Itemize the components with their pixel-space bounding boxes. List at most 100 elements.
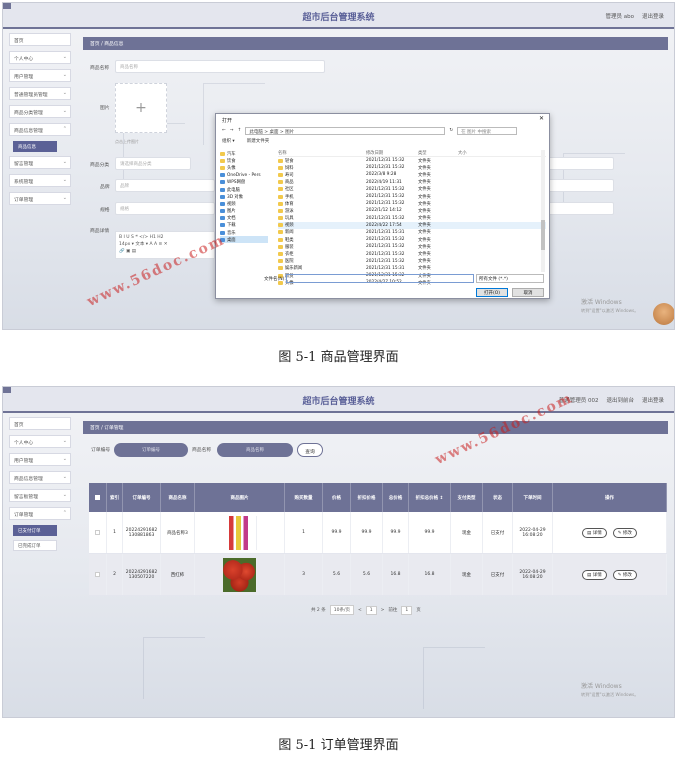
sidebar-subitem-product-info[interactable]: 商品信息 bbox=[13, 141, 57, 152]
category-select-right-segment[interactable] bbox=[548, 157, 614, 170]
logout-link[interactable]: 退出登录 bbox=[642, 12, 664, 20]
file-row[interactable]: 玩具 2021/12/31 15:32 文件夹 bbox=[278, 215, 546, 222]
col-header-name[interactable]: 名称 bbox=[278, 150, 366, 156]
new-folder-button[interactable]: 新建文件夹 bbox=[247, 138, 270, 146]
sidebar-item-profile[interactable]: 个人中心 ⌄ bbox=[9, 435, 71, 448]
tree-item[interactable]: 汽车 bbox=[220, 150, 268, 157]
file-row[interactable]: 娱乐新闻 2021/12/31 15:31 文件夹 bbox=[278, 265, 546, 272]
tree-item[interactable]: 视频 bbox=[220, 200, 268, 207]
sidebar-item-users[interactable]: 用户管理 ⌄ bbox=[9, 69, 71, 82]
file-row[interactable]: 饲料 2021/12/31 15:32 文件夹 bbox=[278, 164, 546, 171]
back-arrow-icon[interactable]: ← bbox=[222, 128, 226, 133]
file-list-scrollbar[interactable] bbox=[541, 150, 545, 272]
tree-item[interactable]: 音乐 bbox=[220, 229, 268, 236]
page-size-select[interactable]: 10条/页 bbox=[329, 605, 354, 615]
current-page[interactable]: 1 bbox=[365, 605, 377, 615]
dialog-path-input[interactable]: 此电脑 > 桌面 > 图片 bbox=[245, 126, 446, 135]
logout-link[interactable]: 退出登录 bbox=[642, 396, 664, 404]
cell-qty: 1 bbox=[285, 512, 323, 553]
file-row[interactable]: 视频 2022/4/22 17:54 文件夹 bbox=[278, 221, 546, 229]
row-checkbox[interactable] bbox=[95, 530, 100, 535]
sidebar-item-orders[interactable]: 订单管理 ⌄ bbox=[9, 192, 71, 205]
filename-input[interactable] bbox=[286, 274, 474, 283]
open-button[interactable]: 打开(O) bbox=[476, 288, 508, 297]
header-bar: 超市后台管理系统 管理员 abo 退出登录 bbox=[3, 3, 674, 29]
tree-item[interactable]: 此电脑 bbox=[220, 186, 268, 193]
back-to-front-link[interactable]: 退出到前台 bbox=[606, 396, 634, 404]
query-button[interactable]: 查询 bbox=[297, 443, 323, 457]
spec-input-right-segment[interactable] bbox=[548, 202, 614, 215]
name-input[interactable]: 商品名称 bbox=[115, 60, 325, 73]
file-row[interactable]: 商品 2022/4/19 11:31 文件夹 bbox=[278, 179, 546, 186]
row-checkbox[interactable] bbox=[95, 572, 100, 577]
tree-item[interactable]: 3D 对象 bbox=[220, 193, 268, 200]
table-row[interactable]: 1 20224291682 130881863 商品名称3 1 99.9 99.9 99.9… bbox=[89, 512, 667, 554]
detail-button[interactable]: ▤ 详情 bbox=[582, 569, 607, 580]
sidebar-item-home[interactable]: 首页 bbox=[9, 417, 71, 430]
file-row[interactable]: 体育 2021/12/31 15:32 文件夹 bbox=[278, 200, 546, 207]
sidebar-item-messages[interactable]: 留言板管理 ⌄ bbox=[9, 489, 71, 502]
sidebar-item-products[interactable]: 商品信息管理 ⌄ bbox=[9, 471, 71, 484]
detail-button[interactable]: ▤ 详情 bbox=[582, 527, 607, 538]
brand-input-right-segment[interactable] bbox=[548, 179, 614, 192]
table-row[interactable]: 2 20224291682 130507220 西红柿 3 5.6 5.6 16.8 16.8… bbox=[89, 554, 667, 596]
cancel-button[interactable]: 取消 bbox=[512, 288, 544, 297]
file-row[interactable]: 游泳 2022/1/12 14:12 文件夹 bbox=[278, 207, 546, 214]
dialog-search-input[interactable]: 在 图片 中搜索 bbox=[457, 126, 518, 135]
col-header-size[interactable]: 大小 bbox=[458, 150, 488, 156]
file-row[interactable]: 医院 2021/12/31 15:32 文件夹 bbox=[278, 258, 546, 265]
prev-page-button[interactable]: < bbox=[358, 608, 362, 613]
brand-input[interactable]: 品牌 bbox=[115, 179, 215, 192]
sidebar-item-home[interactable]: 首页 bbox=[9, 33, 71, 46]
tree-item[interactable]: 文档 bbox=[220, 215, 268, 222]
product-bottles-image bbox=[222, 515, 257, 550]
product-name-input[interactable]: 商品名称 bbox=[217, 443, 293, 457]
tree-item[interactable]: 头像 bbox=[220, 164, 268, 171]
tree-item[interactable]: 桌面 bbox=[220, 236, 268, 244]
sidebar-item-admins[interactable]: 普通管理员管理 ⌄ bbox=[9, 87, 71, 100]
col-header-date[interactable]: 修改日期 bbox=[366, 150, 418, 156]
sidebar-subitem-paid-orders[interactable]: 已支付订单 bbox=[13, 525, 57, 536]
sidebar-subitem-completed-orders[interactable]: 已完成订单 bbox=[13, 540, 57, 551]
next-page-button[interactable]: > bbox=[381, 608, 385, 613]
file-date: 2022/4/19 11:31 bbox=[366, 179, 402, 185]
sidebar-item-products[interactable]: 商品信息管理 ⌃ bbox=[9, 123, 71, 136]
file-row[interactable]: 服装 2021/12/31 15:32 文件夹 bbox=[278, 243, 546, 250]
file-row[interactable]: 轻食 2021/12/31 15:32 文件夹 bbox=[278, 157, 546, 164]
scrollbar-thumb[interactable] bbox=[541, 220, 545, 250]
select-all-checkbox[interactable] bbox=[95, 495, 100, 500]
sidebar-item-orders[interactable]: 订单管理 ⌃ bbox=[9, 507, 71, 520]
tree-item[interactable]: OneDrive - Pers bbox=[220, 172, 268, 179]
file-row[interactable]: 鞋类 2021/12/31 15:32 文件夹 bbox=[278, 236, 546, 243]
upload-image-button[interactable]: + bbox=[115, 83, 167, 133]
admin-user-link[interactable]: 管理员 abo bbox=[606, 12, 634, 20]
goto-page-input[interactable]: 1 bbox=[401, 605, 413, 615]
category-select[interactable]: 请选择商品分类 bbox=[115, 157, 191, 170]
sidebar-item-profile[interactable]: 个人中心 ⌄ bbox=[9, 51, 71, 64]
spec-input[interactable]: 规格 bbox=[115, 202, 215, 215]
refresh-icon[interactable]: ↻ bbox=[449, 128, 453, 133]
tree-item[interactable]: 下载 bbox=[220, 222, 268, 229]
file-row[interactable]: 新闻 2021/12/31 15:31 文件夹 bbox=[278, 229, 546, 236]
edit-button[interactable]: ✎ 修改 bbox=[612, 569, 637, 580]
close-icon[interactable]: ✕ bbox=[539, 115, 544, 122]
file-row[interactable]: 社区 2021/12/31 15:32 文件夹 bbox=[278, 186, 546, 193]
sidebar-item-users[interactable]: 用户管理 ⌄ bbox=[9, 453, 71, 466]
sidebar-item-categories[interactable]: 商品分类管理 ⌄ bbox=[9, 105, 71, 118]
edit-button[interactable]: ✎ 修改 bbox=[612, 527, 637, 538]
file-row[interactable]: 衣柜 2021/12/31 15:32 文件夹 bbox=[278, 250, 546, 257]
tree-item[interactable]: WPS网盘 bbox=[220, 179, 268, 186]
forward-arrow-icon[interactable]: → bbox=[230, 128, 234, 133]
editor-toolbar-row1[interactable]: B I U S ❝ </> H1 H2 bbox=[119, 234, 211, 241]
file-row[interactable]: 寿司 2022/3/8 9:28 文件夹 bbox=[278, 171, 546, 178]
col-header-type[interactable]: 类型 bbox=[418, 150, 458, 156]
filetype-select[interactable]: 所有文件 (*.*) bbox=[476, 274, 544, 283]
tree-item[interactable]: 饮食 bbox=[220, 157, 268, 164]
order-no-input[interactable]: 订单编号 bbox=[114, 443, 188, 457]
sidebar-item-system[interactable]: 系统管理 ⌄ bbox=[9, 174, 71, 187]
organize-menu[interactable]: 组织 ▾ bbox=[222, 138, 235, 146]
tree-item[interactable]: 图片 bbox=[220, 208, 268, 215]
sidebar-item-messages[interactable]: 留言管理 ⌄ bbox=[9, 156, 71, 169]
up-arrow-icon[interactable]: ↑ bbox=[238, 128, 242, 133]
file-row[interactable]: 手机 2021/12/31 15:32 文件夹 bbox=[278, 193, 546, 200]
